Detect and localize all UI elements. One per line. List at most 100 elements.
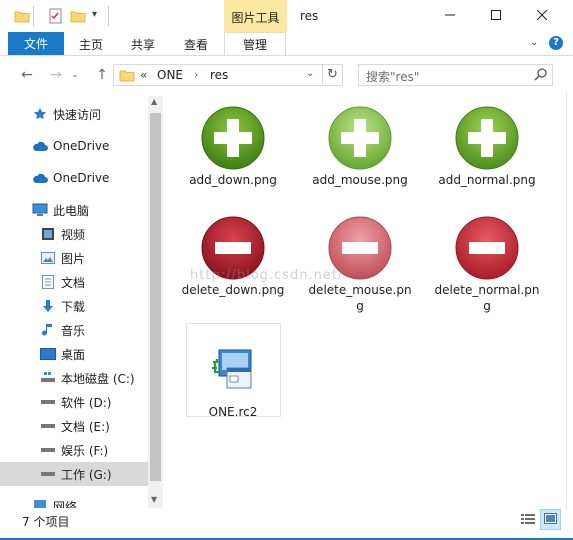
tab-home[interactable]: 主页 xyxy=(79,36,103,53)
sidebar-item-label: 音乐 xyxy=(61,323,86,338)
delete-button-image xyxy=(453,214,521,282)
tab-file[interactable]: 文件 xyxy=(8,32,64,55)
address-overflow[interactable]: « xyxy=(140,68,147,82)
qa-customize-icon[interactable]: ▾ xyxy=(92,9,97,20)
sidebar-item-label: 文档 (E:) xyxy=(61,419,110,434)
up-button[interactable]: ↑ xyxy=(92,66,112,84)
tab-manage[interactable]: 管理 xyxy=(224,32,286,55)
sidebar-item-music[interactable]: 音乐 xyxy=(0,318,148,342)
tab-share[interactable]: 共享 xyxy=(131,36,155,53)
sidebar-item-drive-g[interactable]: 工作 (G:) xyxy=(0,462,148,486)
picture-icon xyxy=(40,250,56,266)
sidebar-item-label: 娱乐 (F:) xyxy=(61,443,109,458)
search-input[interactable]: 搜索"res" xyxy=(366,68,419,85)
navigation-pane: 快速访问 OneDrive OneDrive 此电脑 视频 图片 文档 下载 音… xyxy=(0,94,164,508)
window-title: res xyxy=(300,9,319,23)
drive-icon xyxy=(40,466,56,482)
file-item-add-down[interactable]: add_down.png xyxy=(179,104,287,188)
sidebar-item-onedrive[interactable]: OneDrive xyxy=(0,134,148,158)
sidebar-item-videos[interactable]: 视频 xyxy=(0,222,148,246)
sidebar-item-label: 桌面 xyxy=(61,347,86,362)
file-item-delete-normal[interactable]: delete_normal.png xyxy=(433,214,541,314)
chevron-down-icon: ⌄ xyxy=(71,70,79,80)
sidebar-item-label: 软件 (D:) xyxy=(61,395,112,410)
tab-view[interactable]: 查看 xyxy=(184,36,208,53)
breadcrumb-res[interactable]: res xyxy=(210,68,228,82)
sidebar-item-pictures[interactable]: 图片 xyxy=(0,246,148,270)
file-name: ONE.rc2 xyxy=(208,405,258,419)
file-name: add_normal.png xyxy=(438,173,536,187)
properties-icon[interactable] xyxy=(48,8,64,24)
scroll-down-icon[interactable]: ▼ xyxy=(151,495,157,504)
sidebar-item-label: 图片 xyxy=(61,251,86,266)
file-name: delete_normal.png xyxy=(434,283,540,313)
sidebar-item-label: 下载 xyxy=(61,299,86,314)
ribbon-expand-icon[interactable]: ⌄ xyxy=(530,37,538,48)
sidebar-item-desktop[interactable]: 桌面 xyxy=(0,342,148,366)
search-icon[interactable] xyxy=(534,67,548,84)
minimize-icon xyxy=(445,9,455,23)
drive-icon xyxy=(40,418,56,434)
file-item-delete-mouse[interactable]: delete_mouse.png xyxy=(306,214,414,314)
back-button[interactable]: ← xyxy=(17,66,37,84)
address-dropdown-icon[interactable]: ⌄ xyxy=(306,68,314,79)
details-view-icon xyxy=(521,513,535,528)
network-icon xyxy=(32,498,48,508)
sidebar-item-downloads[interactable]: 下载 xyxy=(0,294,148,318)
add-button-image xyxy=(199,104,267,172)
arrow-left-icon: ← xyxy=(21,67,33,83)
scroll-up-icon[interactable]: ▲ xyxy=(151,97,157,106)
drive-icon xyxy=(40,370,56,386)
window-frame xyxy=(566,92,567,510)
file-item-one-rc2[interactable]: ONE.rc2 xyxy=(179,336,287,420)
drive-icon xyxy=(40,442,56,458)
file-item-add-normal[interactable]: add_normal.png xyxy=(433,104,541,188)
close-icon xyxy=(536,9,548,23)
breadcrumb-one[interactable]: ONE xyxy=(157,68,183,82)
file-name: add_down.png xyxy=(189,173,277,187)
status-bar xyxy=(0,510,573,540)
sidebar-item-label: 网络 xyxy=(53,499,78,509)
details-view-button[interactable] xyxy=(520,512,536,528)
arrow-up-icon: ↑ xyxy=(96,67,108,83)
sidebar-item-onedrive[interactable]: OneDrive xyxy=(0,166,148,190)
sidebar-item-drive-c[interactable]: 本地磁盘 (C:) xyxy=(0,366,148,390)
sidebar-item-label: 视频 xyxy=(61,227,86,242)
cloud-icon xyxy=(32,170,48,186)
close-button[interactable] xyxy=(519,0,565,32)
music-icon xyxy=(40,322,56,338)
folder-icon[interactable] xyxy=(14,8,30,24)
qa-divider xyxy=(33,6,34,26)
sidebar-item-network[interactable]: 网络 xyxy=(0,494,148,508)
arrow-right-icon: → xyxy=(50,67,62,83)
sidebar-item-label: 文档 xyxy=(61,275,86,290)
maximize-icon xyxy=(491,9,501,23)
breadcrumb-separator-icon[interactable]: › xyxy=(194,68,198,81)
sidebar-item-label: 此电脑 xyxy=(53,203,90,218)
sidebar-item-quick-access[interactable]: 快速访问 xyxy=(0,102,148,126)
sidebar-item-drive-d[interactable]: 软件 (D:) xyxy=(0,390,148,414)
sidebar-item-label: 工作 (G:) xyxy=(61,467,112,482)
file-item-add-mouse[interactable]: add_mouse.png xyxy=(306,104,414,188)
document-icon xyxy=(40,274,56,290)
maximize-button[interactable] xyxy=(473,0,519,32)
star-icon xyxy=(32,106,48,122)
qa-divider xyxy=(108,6,109,26)
sidebar-item-documents[interactable]: 文档 xyxy=(0,270,148,294)
file-name: add_mouse.png xyxy=(312,173,408,187)
file-item-delete-down[interactable]: delete_down.png xyxy=(179,214,287,298)
sidebar-item-label: 快速访问 xyxy=(53,107,102,122)
sidebar-item-drive-e[interactable]: 文档 (E:) xyxy=(0,414,148,438)
sidebar-item-drive-f[interactable]: 娱乐 (F:) xyxy=(0,438,148,462)
sidebar-scroll-thumb[interactable] xyxy=(150,113,161,481)
file-name: delete_down.png xyxy=(181,283,285,297)
help-icon[interactable]: ? xyxy=(549,36,563,50)
minimize-button[interactable] xyxy=(427,0,473,32)
forward-button[interactable]: → xyxy=(46,66,66,84)
new-folder-icon[interactable] xyxy=(70,8,86,24)
refresh-icon[interactable]: ↻ xyxy=(327,67,338,82)
sidebar-item-this-pc[interactable]: 此电脑 xyxy=(0,198,148,222)
recent-locations-button[interactable]: ⌄ xyxy=(68,66,82,84)
large-icons-view-button[interactable] xyxy=(540,509,561,530)
video-icon xyxy=(40,226,56,242)
